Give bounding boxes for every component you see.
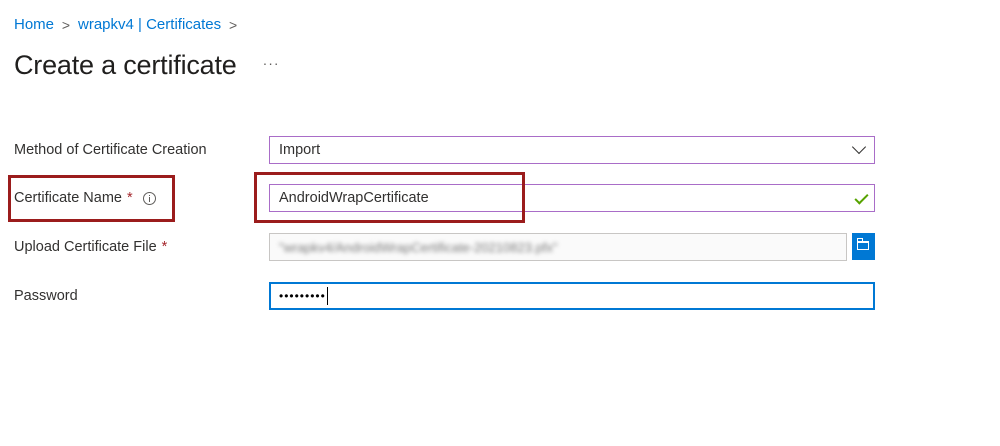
- breadcrumb-certificates-link[interactable]: wrapkv4 | Certificates: [78, 16, 221, 33]
- breadcrumb-home-link[interactable]: Home: [14, 16, 54, 33]
- more-options-button[interactable]: ···: [263, 55, 280, 71]
- chevron-right-icon: >: [61, 16, 71, 33]
- text-caret: [326, 287, 328, 305]
- certificate-name-row: Certificate Name * AndroidWrapCertificat…: [0, 184, 1000, 214]
- title-row: Create a certificate ···: [14, 50, 280, 81]
- checkmark-icon: [854, 190, 869, 205]
- info-icon[interactable]: [142, 191, 156, 205]
- password-value: •••••••••: [279, 289, 326, 303]
- certificate-name-input[interactable]: AndroidWrapCertificate: [269, 184, 875, 212]
- upload-row: Upload Certificate File * "wrapkv4/Andro…: [0, 233, 1000, 263]
- create-certificate-page: Home > wrapkv4 | Certificates > Create a…: [0, 0, 1000, 446]
- password-row: Password •••••••••: [0, 282, 1000, 312]
- upload-label-text: Upload Certificate File: [14, 239, 157, 255]
- certificate-name-label-text: Certificate Name: [14, 190, 122, 206]
- upload-file-input[interactable]: "wrapkv4/AndroidWrapCertificate-20210823…: [269, 233, 847, 261]
- method-label-text: Method of Certificate Creation: [14, 142, 207, 158]
- password-label-text: Password: [14, 288, 78, 304]
- password-input[interactable]: •••••••••: [269, 282, 875, 310]
- browse-file-button[interactable]: [852, 233, 875, 260]
- method-label: Method of Certificate Creation: [14, 142, 207, 158]
- certificate-name-label: Certificate Name *: [14, 190, 156, 206]
- folder-icon: [856, 238, 869, 250]
- method-selected-value: Import: [279, 142, 321, 158]
- page-title: Create a certificate: [14, 50, 237, 80]
- required-marker: *: [126, 190, 133, 206]
- chevron-down-icon: [851, 139, 867, 155]
- upload-label: Upload Certificate File *: [14, 239, 167, 255]
- method-select[interactable]: Import: [269, 136, 875, 164]
- chevron-right-icon: >: [229, 16, 238, 33]
- breadcrumb: Home > wrapkv4 | Certificates >: [14, 16, 245, 33]
- certificate-name-value: AndroidWrapCertificate: [279, 190, 429, 206]
- method-row: Method of Certificate Creation Import: [0, 136, 1000, 166]
- required-marker: *: [161, 239, 168, 255]
- password-label: Password: [14, 288, 78, 304]
- upload-file-path: "wrapkv4/AndroidWrapCertificate-20210823…: [279, 239, 558, 255]
